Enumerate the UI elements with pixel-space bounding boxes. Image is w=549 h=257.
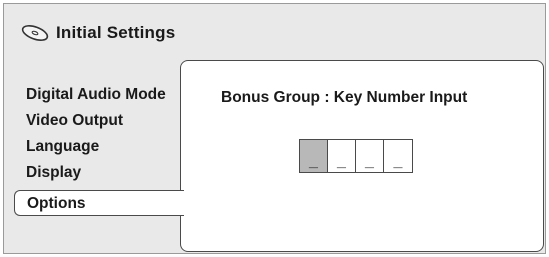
- options-panel: Bonus Group : Key Number Input _ _ _ _: [180, 60, 544, 252]
- menu-item-video-output[interactable]: Video Output: [14, 108, 184, 134]
- key-digit-1-value: _: [309, 153, 318, 170]
- initial-settings-screen: Initial Settings Digital Audio Mode Vide…: [3, 3, 546, 254]
- key-number-input[interactable]: _ _ _ _: [299, 139, 413, 173]
- key-digit-1[interactable]: _: [300, 140, 328, 172]
- header: Initial Settings: [20, 20, 175, 46]
- menu-item-language[interactable]: Language: [14, 134, 184, 160]
- menu-item-options[interactable]: Options: [14, 190, 184, 216]
- key-digit-2[interactable]: _: [328, 140, 356, 172]
- key-digit-2-value: _: [337, 153, 346, 170]
- key-digit-4-value: _: [393, 153, 403, 170]
- key-digit-3[interactable]: _: [356, 140, 384, 172]
- key-digit-3-value: _: [365, 153, 374, 170]
- key-digit-4[interactable]: _: [384, 140, 412, 172]
- page-title: Initial Settings: [56, 23, 176, 42]
- settings-menu: Digital Audio Mode Video Output Language…: [14, 82, 184, 216]
- panel-title: Bonus Group : Key Number Input: [221, 89, 468, 106]
- menu-item-digital-audio-mode[interactable]: Digital Audio Mode: [14, 82, 184, 108]
- menu-item-display[interactable]: Display: [14, 160, 184, 186]
- disc-icon: [20, 23, 50, 43]
